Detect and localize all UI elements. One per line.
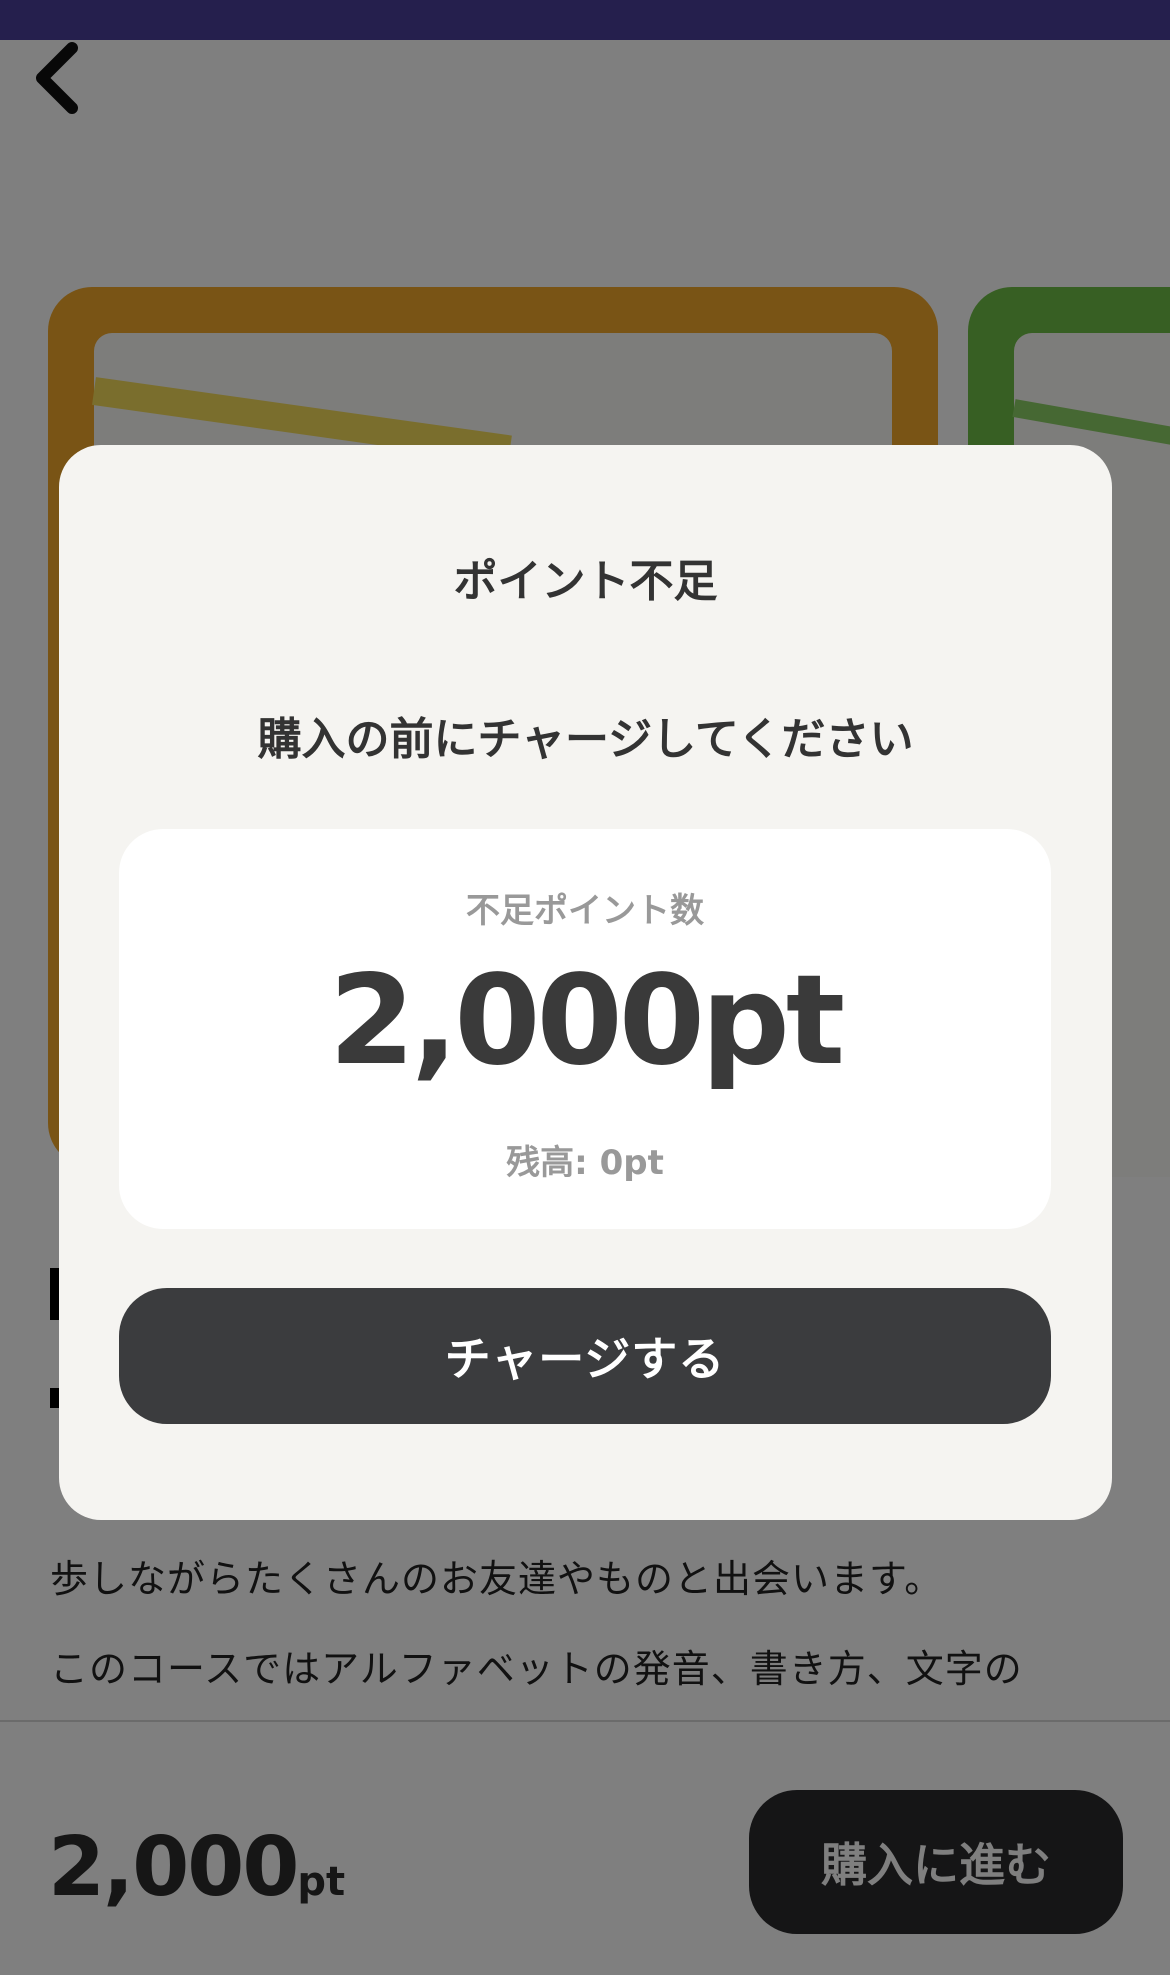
dialog-title: ポイント不足 — [453, 556, 718, 607]
charge-button[interactable]: チャージする — [119, 1288, 1051, 1424]
dialog-message: 購入の前にチャージしてください — [257, 714, 914, 765]
shortage-points-panel: 不足ポイント数 2,000pt 残高: 0pt — [119, 829, 1051, 1229]
shortage-points-value: 2,000pt — [328, 949, 845, 1093]
shortage-points-label: 不足ポイント数 — [466, 891, 704, 931]
insufficient-points-dialog: ポイント不足 購入の前にチャージしてください 不足ポイント数 2,000pt 残… — [59, 445, 1112, 1520]
balance-text: 残高: 0pt — [506, 1143, 664, 1183]
